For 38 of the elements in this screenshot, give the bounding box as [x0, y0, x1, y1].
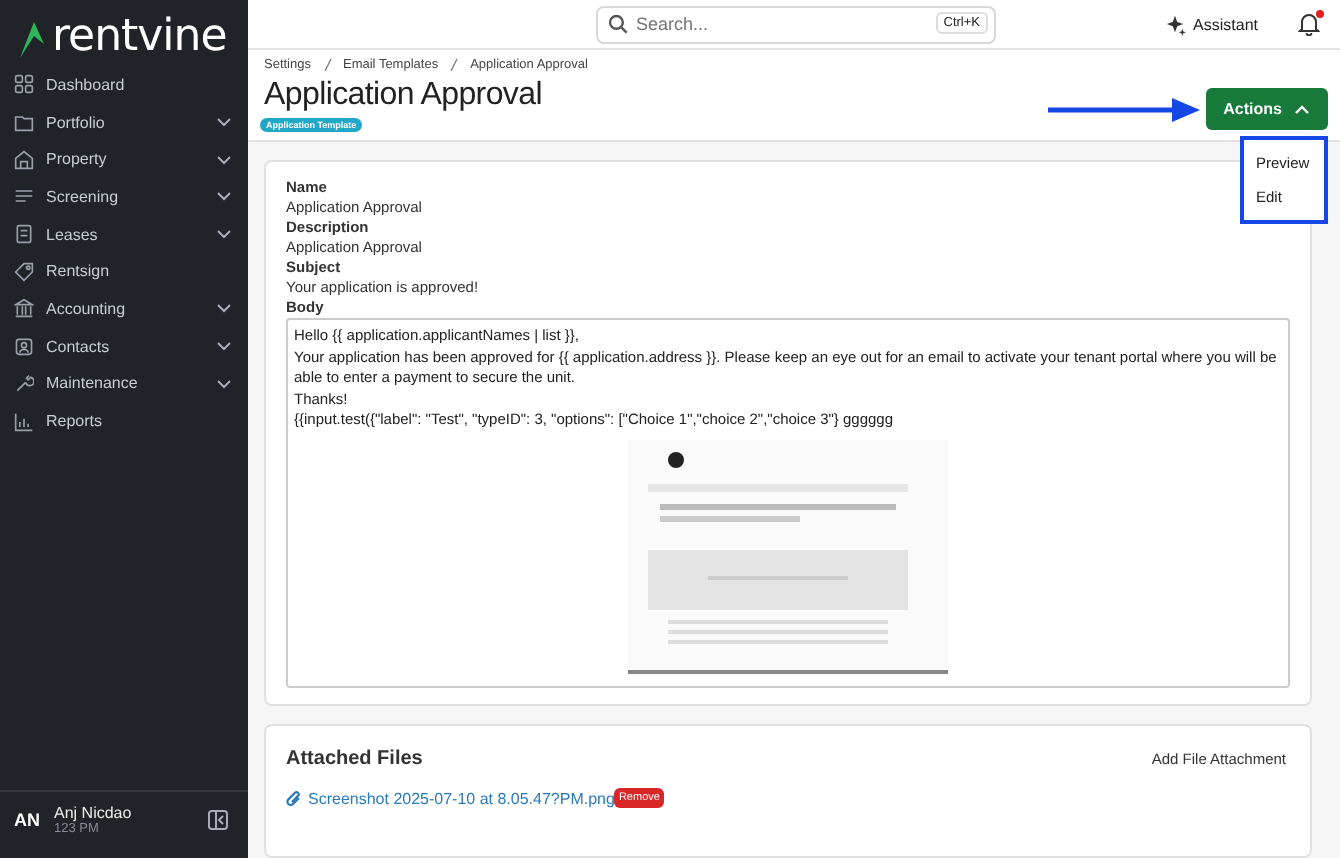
chevron-up-icon	[1294, 103, 1310, 115]
sidebar-item[interactable]: Dashboard	[0, 66, 248, 104]
breadcrumb-separator-icon	[450, 58, 459, 72]
sidebar-item[interactable]: Reports	[0, 402, 248, 440]
sidebar-item[interactable]: Maintenance	[0, 365, 248, 403]
house-icon	[14, 149, 34, 170]
bar-chart-icon	[14, 411, 34, 432]
assistant-button[interactable]: Assistant	[1159, 9, 1262, 39]
sidebar-item[interactable]: Portfolio	[0, 103, 248, 141]
section-title: Attached Files	[286, 748, 423, 770]
sparkle-icon	[1163, 13, 1186, 35]
sidebar-item[interactable]: Rentsign	[0, 252, 248, 291]
search-icon	[608, 14, 628, 34]
breadcrumb-separator-icon	[323, 58, 331, 72]
notification-bell-icon[interactable]	[1298, 12, 1320, 36]
file-link[interactable]: Screenshot 2025-07-10 at 8.05.47?PM.png	[286, 789, 615, 807]
paperclip-icon	[286, 789, 302, 807]
brand-name: rentvine	[52, 16, 227, 60]
page-title: Application Approval	[264, 78, 544, 114]
sidebar-item[interactable]: Accounting	[0, 290, 248, 328]
actions-button[interactable]: Actions	[1205, 88, 1328, 130]
bank-icon	[14, 298, 34, 319]
leaf-logo-icon	[18, 20, 46, 60]
sidebar-item[interactable]: Contacts	[0, 327, 248, 365]
sidebar-item[interactable]: Screening	[0, 178, 248, 216]
folder-icon	[14, 112, 34, 133]
wrench-icon	[14, 373, 34, 394]
document-icon	[14, 224, 34, 245]
collapse-sidebar-icon[interactable]	[208, 809, 228, 829]
grid-icon	[14, 74, 34, 95]
tag-icon	[14, 261, 34, 282]
body-editor[interactable]	[286, 318, 1290, 688]
sidebar-item[interactable]: Leases	[0, 215, 248, 253]
list-icon	[14, 186, 34, 207]
user-avatar[interactable]: AN	[14, 809, 44, 829]
user-name: Anj Nicdao	[54, 803, 134, 821]
sidebar-item[interactable]: Property	[0, 140, 248, 179]
contact-card-icon	[14, 336, 34, 357]
